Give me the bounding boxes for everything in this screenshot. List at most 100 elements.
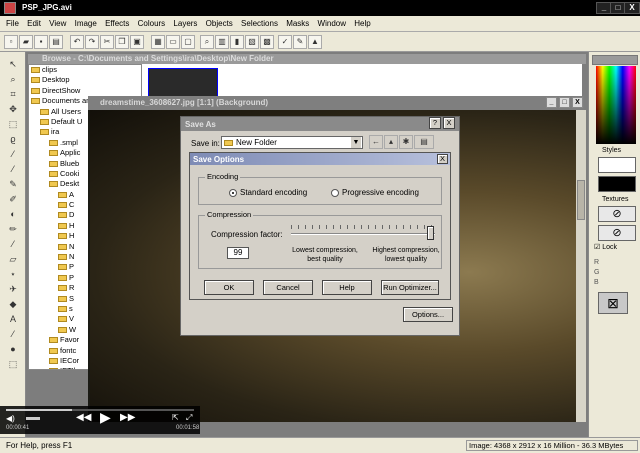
scanner-icon[interactable]: ▢ xyxy=(181,35,195,49)
clone-brush-icon[interactable]: ✐ xyxy=(6,193,20,205)
eraser-icon[interactable]: ▱ xyxy=(6,253,20,265)
zoom-tool-icon[interactable]: ⌕ xyxy=(6,73,20,85)
menu-effects[interactable]: Effects xyxy=(102,16,132,28)
flood-fill-icon[interactable]: ◆ xyxy=(6,298,20,310)
g-label: G xyxy=(594,269,600,276)
save-options-close-button[interactable]: X xyxy=(437,154,448,164)
undo-icon[interactable]: ↶ xyxy=(70,35,84,49)
menu-help[interactable]: Help xyxy=(351,16,373,28)
scratch-remover-icon[interactable]: ⁄ xyxy=(6,238,20,250)
menu-view[interactable]: View xyxy=(46,16,69,28)
tree-item-label: IETIk xyxy=(60,366,78,369)
new-folder-icon[interactable]: ✱ xyxy=(399,135,413,149)
no-style-icon[interactable]: ⊠ xyxy=(598,292,628,314)
menu-selections[interactable]: Selections xyxy=(238,16,281,28)
save-in-dropdown[interactable]: New Folder ▼ xyxy=(221,136,363,149)
background-style-swatch[interactable] xyxy=(598,176,636,192)
menu-layers[interactable]: Layers xyxy=(170,16,200,28)
no-texture-icon[interactable]: ⊘ xyxy=(598,206,636,222)
text-tool-icon[interactable]: A xyxy=(6,313,20,325)
compression-factor-input[interactable]: 99 xyxy=(227,247,249,259)
lock-checkbox[interactable]: ☑ Lock xyxy=(594,243,617,251)
new-file-icon[interactable]: ▫ xyxy=(4,35,18,49)
paste-icon[interactable]: ▣ xyxy=(130,35,144,49)
no-texture-icon[interactable]: ⊘ xyxy=(598,225,636,241)
redo-icon[interactable]: ↷ xyxy=(85,35,99,49)
options-button[interactable]: Options... xyxy=(403,307,453,322)
scrollbar-thumb[interactable] xyxy=(577,180,585,220)
object-selector-icon[interactable]: ⬚ xyxy=(6,358,20,370)
magic-wand-icon[interactable]: ⁄ xyxy=(6,148,20,160)
help-button[interactable]: ? xyxy=(429,117,441,129)
vertical-scrollbar[interactable] xyxy=(576,110,586,422)
retouch-icon[interactable]: ✏ xyxy=(6,223,20,235)
mover-tool-icon[interactable]: ✥ xyxy=(6,103,20,115)
color-picker[interactable] xyxy=(596,66,636,144)
save-as-close-button[interactable]: X xyxy=(443,117,455,129)
image-maximize-button[interactable]: □ xyxy=(559,97,570,108)
arrow-tool-icon[interactable]: ↖ xyxy=(6,58,20,70)
help-button[interactable]: Help xyxy=(322,280,372,295)
zoom-icon[interactable]: ⌕ xyxy=(200,35,214,49)
crop-tool-icon[interactable]: ⌗ xyxy=(6,88,20,100)
script-icon[interactable]: ✎ xyxy=(293,35,307,49)
browse-icon[interactable]: ▦ xyxy=(151,35,165,49)
dropper-tool-icon[interactable]: ⁄ xyxy=(6,163,20,175)
menu-edit[interactable]: Edit xyxy=(24,16,44,28)
histogram-icon[interactable]: ▮ xyxy=(230,35,244,49)
lock-icon[interactable]: ▲ xyxy=(308,35,322,49)
volume-icon[interactable]: ◀) xyxy=(6,414,15,423)
menu-image[interactable]: Image xyxy=(72,16,100,28)
ok-button[interactable]: OK xyxy=(204,280,254,295)
menu-file[interactable]: File xyxy=(0,16,22,28)
share-icon[interactable]: ⇱ xyxy=(172,413,179,422)
image-close-button[interactable]: X xyxy=(572,97,583,108)
run-optimizer-button[interactable]: Run Optimizer... xyxy=(381,280,439,295)
menu-objects[interactable]: Objects xyxy=(203,16,236,28)
play-icon[interactable]: ▶ xyxy=(100,409,111,426)
preset-shapes-icon[interactable]: ● xyxy=(6,343,20,355)
total-time: 00:01:58 xyxy=(176,425,200,431)
foreground-style-swatch[interactable] xyxy=(598,157,636,173)
copy-icon[interactable]: ❐ xyxy=(115,35,129,49)
back-icon[interactable]: ← xyxy=(369,135,383,149)
view-menu-icon[interactable]: ▤ xyxy=(414,135,434,149)
toggle-tools-icon[interactable]: ✓ xyxy=(278,35,292,49)
selection-tool-icon[interactable]: ⬚ xyxy=(6,118,20,130)
chevron-down-icon[interactable]: ▼ xyxy=(351,137,361,148)
save-options-title: Save Options xyxy=(190,153,450,165)
close-button[interactable]: X xyxy=(624,2,640,14)
open-folder-icon[interactable]: ▰ xyxy=(19,35,33,49)
layer-palette-icon[interactable]: ▧ xyxy=(245,35,259,49)
fast-forward-icon[interactable]: ▶▶ xyxy=(120,412,135,423)
tree-item[interactable]: DirectShow xyxy=(29,86,141,96)
menu-masks[interactable]: Masks xyxy=(283,16,312,28)
overview-icon[interactable]: ▥ xyxy=(215,35,229,49)
up-folder-icon[interactable]: ▴ xyxy=(384,135,398,149)
lock-label: Lock xyxy=(602,244,618,251)
cancel-button[interactable]: Cancel xyxy=(263,280,313,295)
progressive-encoding-radio[interactable]: Progressive encoding xyxy=(331,188,419,197)
paintbrush-icon[interactable]: ✎ xyxy=(6,178,20,190)
draw-tool-icon[interactable]: ⁄ xyxy=(6,328,20,340)
color-replacer-icon[interactable]: ◐ xyxy=(6,208,20,220)
save-icon[interactable]: ▪ xyxy=(34,35,48,49)
picture-tube-icon[interactable]: ⋆ xyxy=(6,268,20,280)
screen-icon[interactable]: ▭ xyxy=(166,35,180,49)
volume-slider[interactable] xyxy=(26,417,40,420)
cut-icon[interactable]: ✂ xyxy=(100,35,114,49)
tree-item[interactable]: Desktop xyxy=(29,75,141,85)
menu-colours[interactable]: Colours xyxy=(135,16,169,28)
slider-thumb[interactable] xyxy=(427,226,434,240)
image-minimize-button[interactable]: _ xyxy=(546,97,557,108)
menu-window[interactable]: Window xyxy=(315,16,349,28)
color-palette-icon[interactable]: ▩ xyxy=(260,35,274,49)
compression-slider[interactable] xyxy=(291,233,435,235)
rewind-icon[interactable]: ◀◀ xyxy=(76,412,91,423)
print-icon[interactable]: ▤ xyxy=(49,35,63,49)
freehand-tool-icon[interactable]: ϱ xyxy=(6,133,20,145)
airbrush-icon[interactable]: ✈ xyxy=(6,283,20,295)
tree-item[interactable]: clips xyxy=(29,65,141,75)
standard-encoding-radio[interactable]: Standard encoding xyxy=(229,188,307,197)
fullscreen-icon[interactable]: ⤢ xyxy=(186,413,192,423)
